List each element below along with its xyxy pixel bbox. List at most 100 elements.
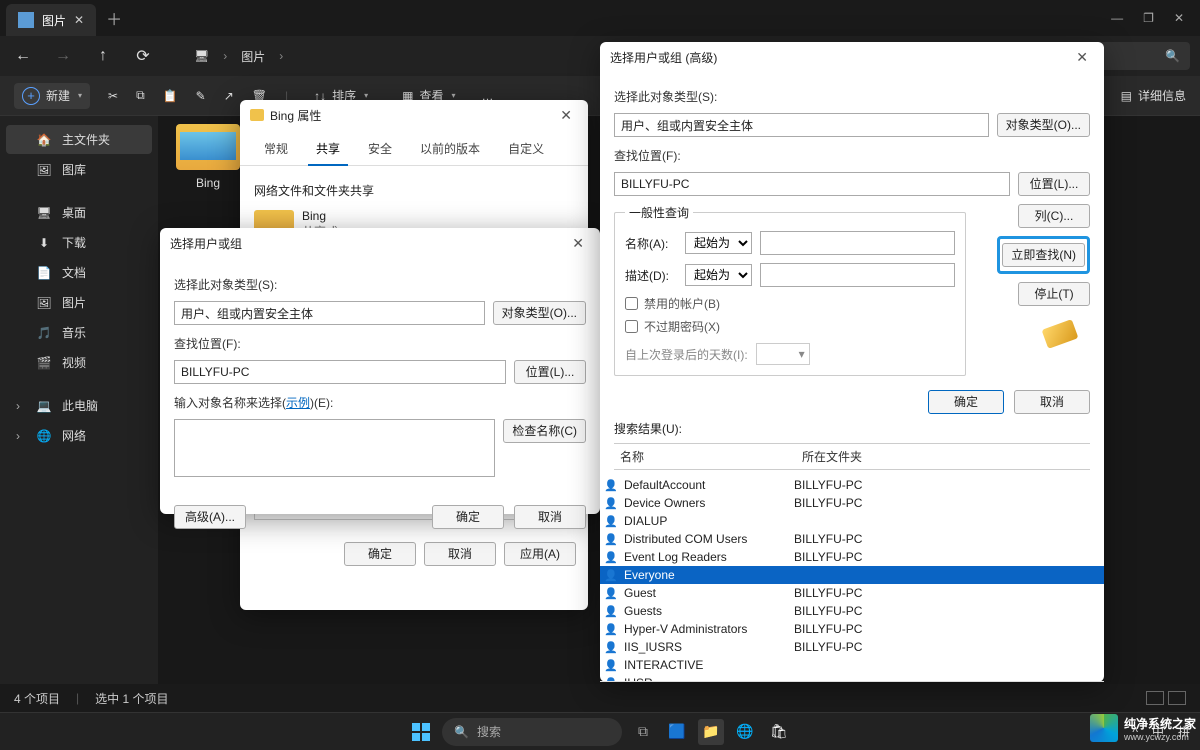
names-input[interactable] xyxy=(174,419,495,477)
ok-button[interactable]: 确定 xyxy=(928,390,1004,414)
copy-button[interactable]: ⧉ xyxy=(136,88,145,103)
back-button[interactable]: ← xyxy=(10,47,36,65)
sidebar-item[interactable]: ⬇下载 xyxy=(6,228,152,257)
sidebar-item[interactable]: 🖼图片 xyxy=(6,288,152,317)
name-mode-select[interactable]: 起始为 xyxy=(685,232,752,254)
principal-icon: 👤 xyxy=(604,587,620,600)
result-row[interactable]: 👤DefaultAccountBILLYFU-PC xyxy=(600,476,1104,494)
query-group-title: 一般性查询 xyxy=(625,204,693,221)
tab-general[interactable]: 常规 xyxy=(250,132,302,165)
apply-button[interactable]: 应用(A) xyxy=(504,542,576,566)
close-icon[interactable]: ✕ xyxy=(554,105,578,126)
refresh-button[interactable]: ⟳ xyxy=(130,46,156,66)
ok-button[interactable]: 确定 xyxy=(432,505,504,529)
folder-label: Bing xyxy=(176,176,240,190)
explorer-icon[interactable]: 📁 xyxy=(698,719,724,745)
location-button[interactable]: 位置(L)... xyxy=(1018,172,1090,196)
location-input[interactable] xyxy=(614,172,1010,196)
task-view-icon[interactable]: ⧉ xyxy=(630,719,656,745)
window-tab[interactable]: 图片 ✕ xyxy=(6,4,96,36)
object-type-button[interactable]: 对象类型(O)... xyxy=(997,113,1090,137)
example-link[interactable]: 示例 xyxy=(286,396,310,410)
object-type-input[interactable] xyxy=(174,301,485,325)
desc-label: 描述(D): xyxy=(625,267,677,284)
🖼-icon: 🖼 xyxy=(36,163,52,177)
sidebar-item[interactable]: 🎵音乐 xyxy=(6,318,152,347)
object-type-input[interactable] xyxy=(614,113,989,137)
rename-button[interactable]: ✎ xyxy=(196,89,206,103)
close-icon[interactable]: ✕ xyxy=(566,233,590,254)
result-row[interactable]: 👤Hyper-V AdministratorsBILLYFU-PC xyxy=(600,620,1104,638)
columns-button[interactable]: 列(C)... xyxy=(1018,204,1090,228)
minimize-button[interactable]: ― xyxy=(1111,11,1123,25)
ok-button[interactable]: 确定 xyxy=(344,542,416,566)
sidebar-item[interactable]: ›🌐网络 xyxy=(6,421,152,450)
result-row[interactable]: 👤GuestBILLYFU-PC xyxy=(600,584,1104,602)
close-tab-icon[interactable]: ✕ xyxy=(74,13,84,27)
sidebar-item[interactable]: ›💻此电脑 xyxy=(6,391,152,420)
desc-input[interactable] xyxy=(760,263,955,287)
forward-button[interactable]: → xyxy=(50,47,76,65)
new-tab-button[interactable]: ＋ xyxy=(106,6,122,30)
share-button[interactable]: ↗ xyxy=(224,89,234,103)
tab-custom[interactable]: 自定义 xyxy=(494,132,558,165)
cancel-button[interactable]: 取消 xyxy=(1014,390,1090,414)
sidebar-item[interactable]: 🖥桌面 xyxy=(6,198,152,227)
widgets-icon[interactable]: 🟦 xyxy=(664,719,690,745)
tab-previous[interactable]: 以前的版本 xyxy=(406,132,494,165)
details-button[interactable]: ▤ 详细信息 xyxy=(1121,87,1186,104)
folder-item[interactable]: Bing xyxy=(176,124,240,190)
sidebar-item-label: 主文件夹 xyxy=(62,131,110,148)
taskbar-search[interactable]: 🔍 搜索 xyxy=(442,718,622,746)
up-button[interactable]: ↑ xyxy=(90,47,116,65)
result-row[interactable]: 👤IUSR xyxy=(600,674,1104,682)
breadcrumb-root-icon[interactable]: 🖥 xyxy=(194,49,209,63)
col-folder[interactable]: 所在文件夹 xyxy=(802,448,1090,465)
paste-button[interactable]: 📋 xyxy=(163,89,178,103)
location-input[interactable] xyxy=(174,360,506,384)
search-icon: 🔍 xyxy=(1165,49,1180,63)
sidebar-item[interactable]: 🏠主文件夹 xyxy=(6,125,152,154)
result-row[interactable]: 👤Event Log ReadersBILLYFU-PC xyxy=(600,548,1104,566)
close-icon[interactable]: ✕ xyxy=(1070,47,1094,68)
breadcrumb-item[interactable]: 图片 xyxy=(241,48,265,65)
new-button[interactable]: + 新建 ▾ xyxy=(14,83,90,109)
start-button[interactable] xyxy=(408,719,434,745)
col-name[interactable]: 名称 xyxy=(614,448,802,465)
sidebar-item[interactable]: 🖼图库 xyxy=(6,155,152,184)
noexpire-password-checkbox[interactable] xyxy=(625,320,638,333)
days-input[interactable]: ▾ xyxy=(756,343,810,365)
stop-button[interactable]: 停止(T) xyxy=(1018,282,1090,306)
dialog-title: 选择用户或组 xyxy=(170,235,242,252)
object-type-button[interactable]: 对象类型(O)... xyxy=(493,301,586,325)
result-row[interactable]: 👤DIALUP xyxy=(600,512,1104,530)
result-row[interactable]: 👤GuestsBILLYFU-PC xyxy=(600,602,1104,620)
cancel-button[interactable]: 取消 xyxy=(424,542,496,566)
find-now-button[interactable]: 立即查找(N) xyxy=(1002,243,1085,267)
name-input[interactable] xyxy=(760,231,955,255)
result-row[interactable]: 👤IIS_IUSRSBILLYFU-PC xyxy=(600,638,1104,656)
check-names-button[interactable]: 检查名称(C) xyxy=(503,419,586,443)
tab-share[interactable]: 共享 xyxy=(302,132,354,165)
edge-icon[interactable]: 🌐 xyxy=(732,719,758,745)
results-list[interactable]: 👤DefaultAccountBILLYFU-PC👤Device OwnersB… xyxy=(600,476,1104,682)
result-row[interactable]: 👤Distributed COM UsersBILLYFU-PC xyxy=(600,530,1104,548)
result-row[interactable]: 👤INTERACTIVE xyxy=(600,656,1104,674)
sidebar-item-label: 图片 xyxy=(62,294,86,311)
cut-button[interactable]: ✂ xyxy=(108,89,118,103)
location-button[interactable]: 位置(L)... xyxy=(514,360,586,384)
cancel-button[interactable]: 取消 xyxy=(514,505,586,529)
maximize-button[interactable]: ❐ xyxy=(1143,11,1154,25)
store-icon[interactable]: 🛍 xyxy=(766,719,792,745)
disabled-accounts-checkbox[interactable] xyxy=(625,297,638,310)
tab-security[interactable]: 安全 xyxy=(354,132,406,165)
sidebar-item[interactable]: 🎬视频 xyxy=(6,348,152,377)
result-row[interactable]: 👤Everyone xyxy=(600,566,1104,584)
result-row[interactable]: 👤Device OwnersBILLYFU-PC xyxy=(600,494,1104,512)
desc-mode-select[interactable]: 起始为 xyxy=(685,264,752,286)
sidebar-item[interactable]: 📄文档 xyxy=(6,258,152,287)
close-window-button[interactable]: ✕ xyxy=(1174,11,1184,25)
advanced-button[interactable]: 高级(A)... xyxy=(174,505,246,529)
view-toggle[interactable] xyxy=(1146,691,1186,705)
sidebar: 🏠主文件夹🖼图库🖥桌面⬇下载📄文档🖼图片🎵音乐🎬视频›💻此电脑›🌐网络 xyxy=(0,116,158,704)
